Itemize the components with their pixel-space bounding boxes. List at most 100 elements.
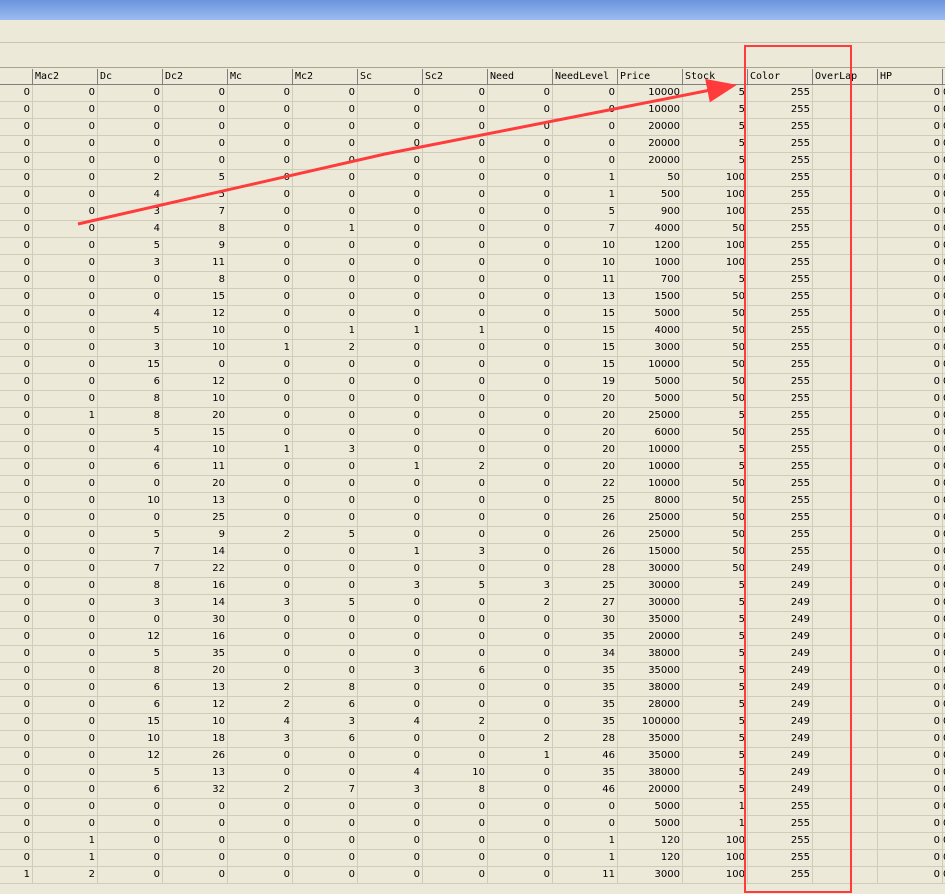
table-cell[interactable]	[813, 425, 878, 442]
table-cell[interactable]: 8	[98, 408, 163, 425]
table-cell[interactable]: 10	[423, 765, 488, 782]
table-cell[interactable]: 0	[488, 476, 553, 493]
table-cell[interactable]: 5	[683, 459, 748, 476]
table-cell[interactable]: 0	[358, 357, 423, 374]
table-cell[interactable]: 20	[163, 408, 228, 425]
table-cell[interactable]: 500	[618, 187, 683, 204]
table-cell[interactable]: 26	[163, 748, 228, 765]
table-cell[interactable]: 0	[228, 544, 293, 561]
table-cell[interactable]: 0	[228, 391, 293, 408]
table-cell[interactable]: 0	[163, 119, 228, 136]
table-cell[interactable]: 7	[553, 221, 618, 238]
table-cell[interactable]: 13	[163, 493, 228, 510]
table-cell[interactable]: 255	[748, 289, 813, 306]
table-cell[interactable]: 100	[683, 238, 748, 255]
table-cell[interactable]: 0	[488, 629, 553, 646]
table-cell[interactable]: 0	[423, 561, 488, 578]
table-cell[interactable]: 28	[553, 561, 618, 578]
table-cell[interactable]: 6	[423, 663, 488, 680]
table-cell[interactable]: 0	[553, 799, 618, 816]
table-cell[interactable]: 0	[0, 850, 33, 867]
table-cell[interactable]: 3	[358, 663, 423, 680]
table-cell[interactable]: 0	[423, 391, 488, 408]
table-cell[interactable]: 255	[748, 391, 813, 408]
table-cell[interactable]: 0	[293, 867, 358, 884]
table-cell[interactable]: 0	[878, 391, 943, 408]
table-cell[interactable]: 0	[98, 510, 163, 527]
table-cell[interactable]: 5	[98, 323, 163, 340]
table-cell[interactable]: 0	[33, 493, 98, 510]
table-cell[interactable]: 0	[878, 85, 943, 102]
table-cell[interactable]: 14	[163, 544, 228, 561]
table-cell[interactable]: 0	[33, 765, 98, 782]
table-cell[interactable]: 35	[553, 714, 618, 731]
table-cell[interactable]: 0	[33, 748, 98, 765]
table-row[interactable]: 000250000026250005025500	[0, 510, 945, 527]
table-cell[interactable]: 255	[748, 340, 813, 357]
table-cell[interactable]: 0	[423, 833, 488, 850]
table-cell[interactable]: 50	[683, 510, 748, 527]
column-header-dc2[interactable]: Dc2	[163, 69, 228, 85]
table-cell[interactable]: 0	[228, 833, 293, 850]
table-cell[interactable]: 1	[553, 850, 618, 867]
table-cell[interactable]: 20	[163, 476, 228, 493]
table-cell[interactable]: 0	[163, 816, 228, 833]
table-cell[interactable]: 255	[748, 544, 813, 561]
table-cell[interactable]: 3	[488, 578, 553, 595]
table-cell[interactable]	[813, 272, 878, 289]
table-cell[interactable]: 0	[0, 459, 33, 476]
table-cell[interactable]: 0	[293, 748, 358, 765]
table-cell[interactable]: 0	[293, 408, 358, 425]
table-row[interactable]: 00410130002010000525500	[0, 442, 945, 459]
table-cell[interactable]	[813, 323, 878, 340]
table-cell[interactable]: 5	[683, 578, 748, 595]
table-cell[interactable]: 0	[228, 850, 293, 867]
table-cell[interactable]: 0	[293, 612, 358, 629]
table-cell[interactable]: 0	[358, 102, 423, 119]
table-cell[interactable]: 0	[228, 374, 293, 391]
table-cell[interactable]: 0	[228, 221, 293, 238]
table-cell[interactable]: 0	[33, 612, 98, 629]
table-cell[interactable]: 0	[553, 136, 618, 153]
table-cell[interactable]: 0	[293, 561, 358, 578]
table-cell[interactable]: 0	[488, 136, 553, 153]
table-cell[interactable]: 120	[618, 833, 683, 850]
table-cell[interactable]: 0	[488, 833, 553, 850]
table-cell[interactable]: 0	[33, 697, 98, 714]
table-row[interactable]: 000000000020000525500	[0, 153, 945, 170]
table-cell[interactable]: 0	[358, 697, 423, 714]
table-cell[interactable]: 0	[423, 238, 488, 255]
table-cell[interactable]: 0	[878, 595, 943, 612]
table-cell[interactable]: 0	[228, 629, 293, 646]
table-cell[interactable]: 20	[163, 663, 228, 680]
table-cell[interactable]: 0	[293, 816, 358, 833]
table-cell[interactable]: 0	[878, 442, 943, 459]
table-cell[interactable]: 10	[553, 255, 618, 272]
table-row[interactable]: 000000000010000525500	[0, 102, 945, 119]
table-cell[interactable]: 255	[748, 102, 813, 119]
table-cell[interactable]: 0	[293, 799, 358, 816]
table-cell[interactable]: 255	[748, 85, 813, 102]
table-cell[interactable]: 0	[878, 578, 943, 595]
table-cell[interactable]: 22	[163, 561, 228, 578]
table-cell[interactable]: 0	[293, 374, 358, 391]
table-cell[interactable]: 249	[748, 561, 813, 578]
table-cell[interactable]: 0	[878, 714, 943, 731]
table-cell[interactable]: 0	[98, 136, 163, 153]
table-cell[interactable]: 249	[748, 680, 813, 697]
table-cell[interactable]: 35	[553, 765, 618, 782]
table-cell[interactable]: 0	[0, 357, 33, 374]
table-cell[interactable]	[813, 714, 878, 731]
table-cell[interactable]: 10000	[618, 442, 683, 459]
table-cell[interactable]: 0	[878, 782, 943, 799]
table-cell[interactable]: 0	[0, 612, 33, 629]
table-cell[interactable]: 0	[228, 765, 293, 782]
table-cell[interactable]: 0	[163, 136, 228, 153]
table-cell[interactable]: 0	[878, 340, 943, 357]
table-cell[interactable]: 50	[618, 170, 683, 187]
table-cell[interactable]: 0	[228, 119, 293, 136]
table-cell[interactable]: 0	[33, 578, 98, 595]
table-cell[interactable]: 0	[293, 238, 358, 255]
table-row[interactable]: 00015000001315005025500	[0, 289, 945, 306]
table-cell[interactable]: 0	[228, 748, 293, 765]
